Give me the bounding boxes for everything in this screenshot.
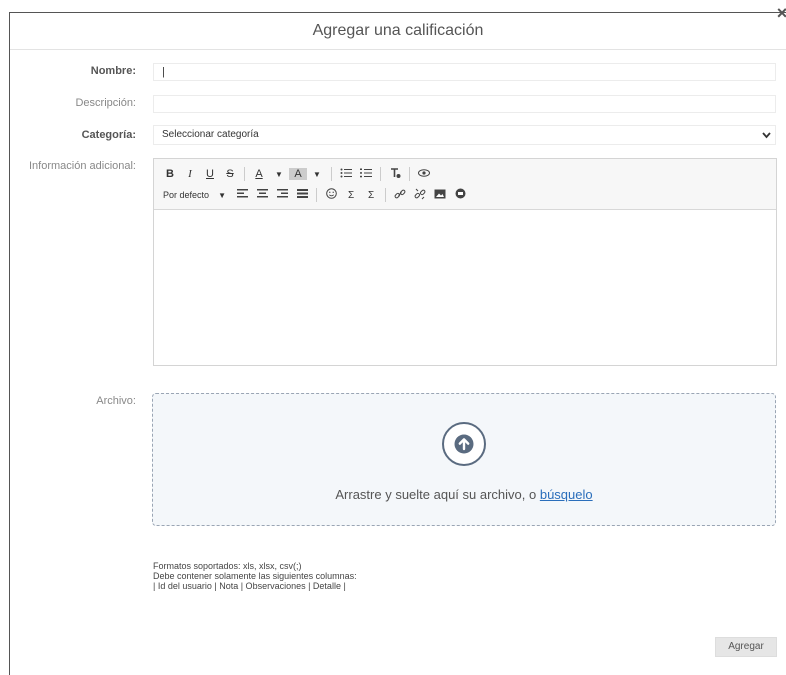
italic-button[interactable]: I xyxy=(180,168,200,180)
bold-button[interactable]: B xyxy=(160,168,180,180)
editor-toolbar: B I U S A ▼ A ▼ Por defecto ▼ Σ Σ xyxy=(154,159,776,210)
descripcion-input[interactable] xyxy=(153,95,776,113)
file-dropzone[interactable]: Arrastre y suelte aquí su archivo, o bús… xyxy=(152,393,776,526)
archivo-label: Archivo: xyxy=(96,395,136,407)
add-button[interactable]: Agregar xyxy=(715,637,777,657)
nombre-input[interactable]: | xyxy=(153,63,776,81)
strikethrough-button[interactable]: S xyxy=(220,168,240,180)
nombre-label: Nombre: xyxy=(90,65,136,77)
sum-symbol-button[interactable]: Σ xyxy=(361,190,381,201)
browse-file-link[interactable]: búsquelo xyxy=(540,487,593,502)
toolbar-divider xyxy=(385,188,387,202)
editor-content-area[interactable] xyxy=(154,209,776,365)
font-color-button[interactable]: A xyxy=(249,168,269,180)
categoria-select[interactable]: Seleccionar categoría xyxy=(153,125,776,145)
bg-color-button[interactable]: A xyxy=(289,168,307,180)
link-icon[interactable] xyxy=(390,188,410,203)
format-dropdown-icon[interactable]: ▼ xyxy=(212,191,232,200)
align-right-icon[interactable] xyxy=(272,189,292,201)
toolbar-divider xyxy=(380,167,381,181)
video-icon[interactable] xyxy=(450,188,470,202)
bullet-list-icon[interactable] xyxy=(336,168,356,181)
columns-required-line: Debe contener solamente las siguientes c… xyxy=(153,571,357,581)
format-select[interactable]: Por defecto xyxy=(160,190,212,200)
preview-eye-icon[interactable] xyxy=(414,168,434,180)
image-icon[interactable] xyxy=(430,189,450,202)
descripcion-label: Descripción: xyxy=(75,97,136,109)
categoria-label: Categoría: xyxy=(81,129,136,141)
font-color-dropdown-icon[interactable]: ▼ xyxy=(269,170,289,179)
unlink-icon[interactable] xyxy=(410,188,430,203)
formats-line: Formatos soportados: xls, xlsx, csv(;) xyxy=(153,561,302,571)
dropzone-text: Arrastre y suelte aquí su archivo, o xyxy=(335,487,540,502)
rich-text-editor: B I U S A ▼ A ▼ Por defecto ▼ Σ Σ xyxy=(153,158,777,366)
add-grade-dialog: × Agregar una calificación Nombre: | Des… xyxy=(9,3,786,675)
align-left-icon[interactable] xyxy=(232,189,252,201)
info-adicional-label: Información adicional: xyxy=(28,160,136,172)
bg-color-dropdown-icon[interactable]: ▼ xyxy=(307,170,327,179)
columns-list-line: | Id del usuario | Nota | Observaciones … xyxy=(153,581,346,591)
toolbar-divider xyxy=(331,167,332,181)
numbered-list-icon[interactable] xyxy=(356,168,376,181)
categoria-selected-value: Seleccionar categoría xyxy=(162,129,259,140)
clear-format-icon[interactable] xyxy=(385,167,405,182)
chevron-down-icon xyxy=(762,126,771,150)
align-justify-icon[interactable] xyxy=(292,189,312,201)
toolbar-divider xyxy=(409,167,410,181)
dropzone-instructions: Arrastre y suelte aquí su archivo, o bús… xyxy=(153,487,775,502)
toolbar-divider xyxy=(316,188,318,202)
dialog-title: Agregar una calificación xyxy=(10,13,786,50)
toolbar-divider xyxy=(244,167,245,181)
underline-button[interactable]: U xyxy=(200,168,220,180)
supported-formats-info: Formatos soportados: xls, xlsx, csv(;) D… xyxy=(153,561,357,591)
align-center-icon[interactable] xyxy=(252,189,272,201)
special-chars-button[interactable]: Σ xyxy=(341,190,361,201)
emoji-icon[interactable] xyxy=(321,188,341,202)
upload-arrow-icon[interactable] xyxy=(442,422,486,466)
